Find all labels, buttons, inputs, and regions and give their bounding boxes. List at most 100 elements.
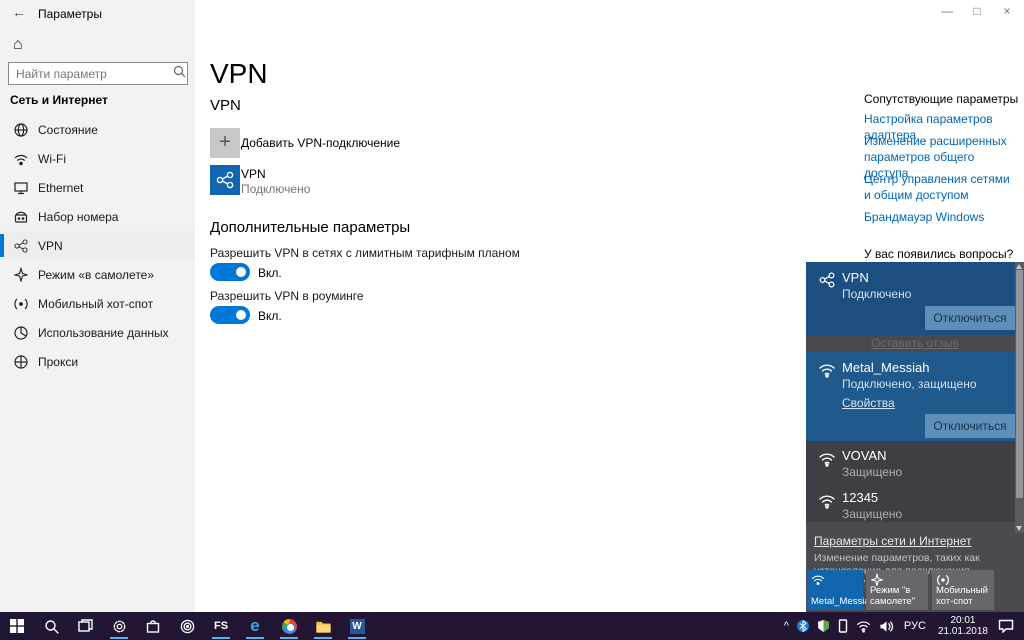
page-title: VPN xyxy=(210,58,268,89)
sidebar-item-label: Прокси xyxy=(38,354,79,369)
device-icon[interactable] xyxy=(834,612,852,640)
sidebar-item-data-usage[interactable]: Использование данных xyxy=(0,318,195,347)
hotspot-icon xyxy=(13,296,29,312)
sidebar-item-status[interactable]: Состояние xyxy=(0,115,195,144)
bluetooth-icon[interactable] xyxy=(793,612,813,640)
sidebar-item-label: Ethernet xyxy=(38,180,84,195)
taskbar: FS e W ^ РУС 20:01 21.01.2018 xyxy=(0,612,1024,640)
ethernet-icon xyxy=(13,180,29,196)
scrollbar-thumb[interactable] xyxy=(1016,270,1023,498)
desktop: ← Параметры ⌂ Сеть и Интернет Состояние … xyxy=(0,0,1024,640)
toggle-metered[interactable] xyxy=(210,263,250,281)
network-settings-link[interactable]: Параметры сети и Интернет xyxy=(814,534,972,548)
defender-shield-icon[interactable] xyxy=(813,612,834,640)
wifi-icon xyxy=(818,361,836,384)
hidden-icons-chevron[interactable]: ^ xyxy=(780,612,793,640)
sidebar-item-wifi[interactable]: Wi-Fi xyxy=(0,144,195,173)
flyout-wifi-connected-item[interactable]: Metal_Messiah Подключено, защищено Свойс… xyxy=(806,352,1024,441)
sidebar-item-airplane[interactable]: Режим «в самолете» xyxy=(0,260,195,289)
sidebar-item-ethernet[interactable]: Ethernet xyxy=(0,173,195,202)
have-questions-text: У вас появились вопросы? xyxy=(864,247,1014,261)
tile-label: Режим "в самолете" xyxy=(870,585,916,607)
taskbar-target-app[interactable] xyxy=(170,612,204,640)
search-icon[interactable] xyxy=(171,65,187,83)
scroll-up-icon[interactable] xyxy=(1016,264,1022,269)
back-icon[interactable]: ← xyxy=(12,4,26,20)
taskbar-edge-app[interactable]: e xyxy=(238,612,272,640)
link-network-center[interactable]: Центр управления сетями и общим доступом xyxy=(864,171,1014,203)
flyout-scrollbar[interactable] xyxy=(1015,262,1024,533)
advanced-options-title: Дополнительные параметры xyxy=(210,219,411,236)
add-vpn-button[interactable]: + xyxy=(210,128,240,158)
flyout-vpn-status: Подключено xyxy=(842,287,912,301)
taskbar-fs-app[interactable]: FS xyxy=(204,612,238,640)
network-status: Защищено xyxy=(842,507,903,521)
home-icon[interactable]: ⌂ xyxy=(13,36,23,54)
sidebar: ← Параметры ⌂ Сеть и Интернет Состояние … xyxy=(0,0,195,612)
system-tray: ^ РУС 20:01 21.01.2018 xyxy=(780,612,1024,640)
taskbar-settings-app[interactable] xyxy=(102,612,136,640)
airplane-icon xyxy=(13,266,29,283)
quick-tile-wifi[interactable]: Metal_Messiah xyxy=(807,570,875,610)
taskbar-search-button[interactable] xyxy=(34,612,68,640)
sidebar-item-label: Состояние xyxy=(38,122,98,137)
dialup-icon xyxy=(13,209,29,225)
toggle-metered-label: Разрешить VPN в сетях с лимитным тарифны… xyxy=(210,246,520,260)
sidebar-item-dialup[interactable]: Набор номера xyxy=(0,202,195,231)
vpn-disconnect-button[interactable]: Отключиться xyxy=(925,306,1015,330)
vpn-connection-status: Подключено xyxy=(241,182,311,196)
close-button[interactable]: × xyxy=(992,0,1022,22)
taskbar-chrome-app[interactable] xyxy=(272,612,306,640)
maximize-button[interactable]: □ xyxy=(962,0,992,22)
taskbar-explorer-app[interactable] xyxy=(306,612,340,640)
vpn-connection-name[interactable]: VPN xyxy=(241,167,266,181)
taskbar-store-app[interactable] xyxy=(136,612,170,640)
taskbar-word-app[interactable]: W xyxy=(340,612,374,640)
wifi-icon xyxy=(13,151,29,167)
sidebar-item-proxy[interactable]: Прокси xyxy=(0,347,195,376)
clock-date: 21.01.2018 xyxy=(937,626,988,637)
vpn-section-title: VPN xyxy=(210,97,241,114)
search-input[interactable] xyxy=(9,66,171,81)
window-controls: — □ × xyxy=(932,0,1022,22)
scroll-down-icon[interactable] xyxy=(1016,526,1022,531)
action-center-icon[interactable] xyxy=(994,612,1024,640)
sidebar-item-hotspot[interactable]: Мобильный хот-спот xyxy=(0,289,195,318)
quick-tile-mobile-hotspot[interactable]: Мобильный хот-спот xyxy=(932,570,994,610)
add-vpn-label[interactable]: Добавить VPN-подключение xyxy=(241,136,400,150)
wifi-network-12345[interactable]: 12345 Защищено xyxy=(806,484,1024,524)
language-indicator[interactable]: РУС xyxy=(898,620,932,632)
wifi-properties-link[interactable]: Свойства xyxy=(842,396,895,410)
quick-tile-airplane-mode[interactable]: Режим "в самолете" xyxy=(866,570,928,610)
toggle-metered-state: Вкл. xyxy=(258,266,282,280)
minimize-button[interactable]: — xyxy=(932,0,962,22)
start-button[interactable] xyxy=(0,612,34,640)
clock[interactable]: 20:01 21.01.2018 xyxy=(932,615,994,637)
volume-icon[interactable] xyxy=(875,612,898,640)
sidebar-item-label: Wi-Fi xyxy=(38,151,66,166)
tray-wifi-icon[interactable] xyxy=(852,612,875,640)
feedback-link-ghost: Оставить отзыв xyxy=(871,336,959,350)
sidebar-item-label: Использование данных xyxy=(38,325,169,340)
wifi-disconnect-button[interactable]: Отключиться xyxy=(925,414,1015,438)
flyout-wifi-status: Подключено, защищено xyxy=(842,377,977,391)
network-name: VOVAN xyxy=(842,448,887,463)
edge-icon: e xyxy=(250,616,260,635)
search-box[interactable] xyxy=(8,62,188,85)
link-windows-firewall[interactable]: Брандмауэр Windows xyxy=(864,209,1014,225)
fs-icon: FS xyxy=(213,620,229,632)
word-icon: W xyxy=(349,618,365,634)
window-title: Параметры xyxy=(38,7,102,21)
network-flyout: VPN Подключено Отключиться Оставить отзы… xyxy=(806,262,1024,612)
clock-time: 20:01 xyxy=(950,615,976,626)
sidebar-item-label: Набор номера xyxy=(38,209,119,224)
vpn-icon xyxy=(818,271,836,294)
wifi-network-vovan[interactable]: VOVAN Защищено xyxy=(806,442,1024,482)
vpn-connection-icon[interactable] xyxy=(210,165,240,195)
toggle-roaming[interactable] xyxy=(210,306,250,324)
flyout-vpn-item[interactable]: VPN Подключено Отключиться xyxy=(806,262,1024,335)
network-name: 12345 xyxy=(842,490,879,505)
flyout-footer: Параметры сети и Интернет Изменение пара… xyxy=(806,522,1024,612)
task-view-button[interactable] xyxy=(68,612,102,640)
sidebar-item-vpn[interactable]: VPN xyxy=(0,231,195,260)
